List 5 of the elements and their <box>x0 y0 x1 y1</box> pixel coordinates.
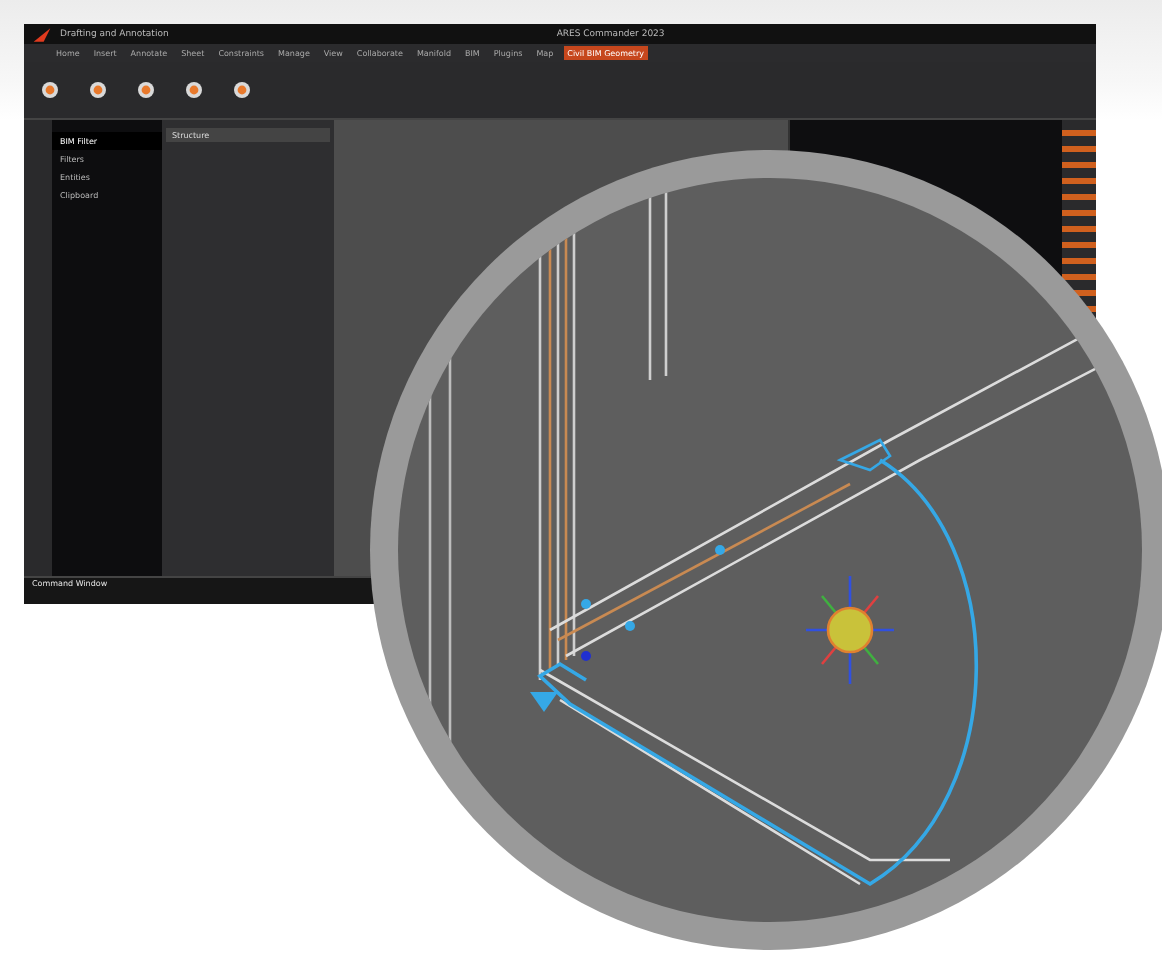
ribbon-tool-icon[interactable] <box>40 80 60 100</box>
ribbon-tool-icon[interactable] <box>136 80 156 100</box>
ribbon-tool-icon[interactable] <box>88 80 108 100</box>
ribbon-tool-icon[interactable] <box>232 80 252 100</box>
ribbon-tool-icon[interactable] <box>184 80 204 100</box>
